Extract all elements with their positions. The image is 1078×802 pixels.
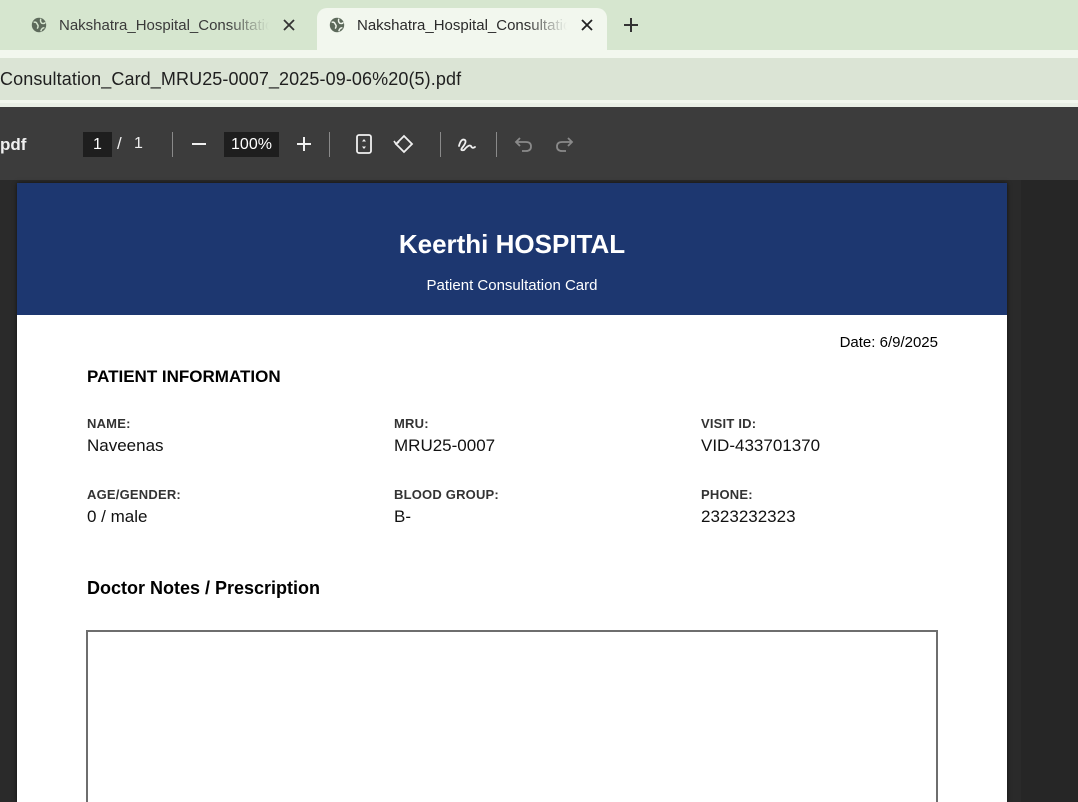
viewer-gutter <box>1021 180 1078 802</box>
field-value: MRU25-0007 <box>394 436 496 455</box>
doctor-notes-heading: Doctor Notes / Prescription <box>87 578 321 598</box>
address-bar-area: Consultation_Card_MRU25-0007_2025-09-06%… <box>0 50 1078 107</box>
page-total: 1 <box>134 135 143 152</box>
field-mru: MRU: MRU25-0007 <box>394 416 674 456</box>
new-tab-icon[interactable] <box>620 14 642 36</box>
field-value: VID-433701370 <box>701 436 821 455</box>
field-label: BLOOD GROUP: <box>394 487 499 502</box>
tab-active[interactable]: Nakshatra_Hospital_Consultation_Card <box>317 8 607 50</box>
pdf-file-name: pdf <box>0 135 27 154</box>
toolbar-divider <box>496 132 497 157</box>
field-blood-group: BLOOD GROUP: B- <box>394 487 674 527</box>
page-number-input[interactable]: 1 <box>83 132 112 157</box>
zoom-input[interactable]: 100% <box>224 132 279 157</box>
toolbar-divider <box>172 132 173 157</box>
field-label: AGE/GENDER: <box>87 487 181 502</box>
undo-icon[interactable] <box>512 132 536 156</box>
close-icon[interactable] <box>280 16 298 34</box>
close-icon[interactable] <box>578 16 596 34</box>
zoom-out-icon[interactable] <box>187 132 211 156</box>
patient-info-heading: PATIENT INFORMATION <box>87 367 281 386</box>
globe-icon <box>329 17 345 33</box>
tab-inactive[interactable]: Nakshatra_Hospital_Consultation_Card <box>0 8 316 50</box>
field-name: NAME: Naveenas <box>87 416 367 456</box>
hospital-banner: Keerthi HOSPITAL Patient Consultation Ca… <box>17 183 1007 315</box>
hospital-name: Keerthi HOSPITAL <box>398 229 626 259</box>
fit-page-icon[interactable] <box>352 132 376 156</box>
zoom-in-icon[interactable] <box>292 132 316 156</box>
tab-title: Nakshatra_Hospital_Consultation_Card <box>357 17 567 34</box>
doctor-notes-box <box>86 630 938 802</box>
field-value: 2323232323 <box>701 507 796 526</box>
field-label: MRU: <box>394 416 429 431</box>
field-visit-id: VISIT ID: VID-433701370 <box>701 416 981 456</box>
card-title: Patient Consultation Card <box>426 277 598 294</box>
page-separator: / <box>117 134 122 153</box>
redo-icon[interactable] <box>552 132 576 156</box>
pdf-page: Keerthi HOSPITAL Patient Consultation Ca… <box>17 183 1007 802</box>
address-text[interactable]: Consultation_Card_MRU25-0007_2025-09-06%… <box>0 69 461 90</box>
toolbar-divider <box>329 132 330 157</box>
pdf-toolbar: pdf 1 / 1 100% <box>0 107 1078 180</box>
field-label: PHONE: <box>701 487 753 502</box>
consultation-date: Date: 6/9/2025 <box>839 334 938 351</box>
rotate-icon[interactable] <box>392 132 416 156</box>
field-value: Naveenas <box>87 436 164 455</box>
field-label: NAME: <box>87 416 131 431</box>
tab-title: Nakshatra_Hospital_Consultation_Card <box>59 17 269 34</box>
draw-icon[interactable] <box>455 132 479 156</box>
tab-strip: Nakshatra_Hospital_Consultation_Card Nak… <box>0 0 1078 50</box>
field-value: B- <box>394 507 411 526</box>
pdf-viewer[interactable]: Keerthi HOSPITAL Patient Consultation Ca… <box>0 180 1078 802</box>
toolbar-divider <box>440 132 441 157</box>
field-age-gender: AGE/GENDER: 0 / male <box>87 487 367 527</box>
field-label: VISIT ID: <box>701 416 757 431</box>
field-value: 0 / male <box>87 507 148 526</box>
field-phone: PHONE: 2323232323 <box>701 487 981 527</box>
address-bar[interactable]: Consultation_Card_MRU25-0007_2025-09-06%… <box>0 58 1078 100</box>
globe-icon <box>31 17 47 33</box>
